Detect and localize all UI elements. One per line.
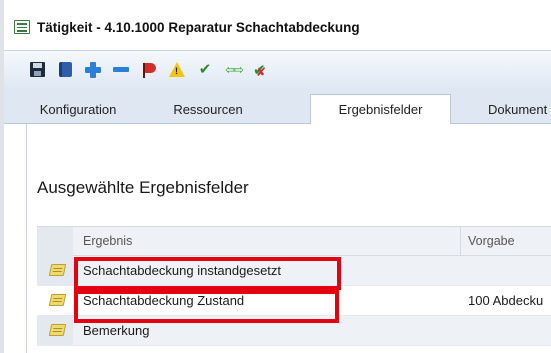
remove-button[interactable]	[113, 62, 129, 78]
save-icon	[29, 62, 45, 77]
table-row[interactable]: Bemerkung	[37, 316, 551, 346]
activity-window: Tätigkeit - 4.10.1000 Reparatur Schachta…	[0, 0, 551, 353]
result-field-icon	[48, 294, 67, 306]
check-cancel-icon: ✔ ✘	[253, 61, 267, 79]
checkmark-icon: ✔	[198, 60, 212, 78]
results-grid: Ergebnis Vorgabe Schachtabdeckung instan…	[37, 226, 551, 346]
add-icon	[85, 61, 101, 78]
remove-icon	[113, 67, 129, 72]
tab-ressourcen[interactable]: Ressourcen	[154, 94, 262, 124]
column-header-vorgabe[interactable]: Vorgabe	[468, 234, 515, 248]
book-icon	[58, 62, 72, 77]
table-row[interactable]: Schachtabdeckung Zustand 100 Abdecku	[37, 286, 551, 316]
content-panel: Ausgewählte Ergebnisfelder Ergebnis Vorg…	[26, 124, 551, 353]
section-title: Ausgewählte Ergebnisfelder	[37, 178, 249, 197]
flag-button[interactable]	[141, 62, 157, 78]
arrows-icon: ⇦⇨	[225, 61, 244, 77]
flag-icon	[141, 62, 157, 78]
tab-bar: Konfiguration Ressourcen Ergebnisfelder …	[4, 88, 551, 125]
warning-icon: !	[169, 62, 185, 77]
check-cancel-button[interactable]: ✔ ✘	[253, 61, 269, 79]
cell-vorgabe: 100 Abdecku	[468, 293, 544, 308]
table-row[interactable]: Schachtabdeckung instandgesetzt	[37, 256, 551, 286]
warning-button[interactable]: !	[169, 62, 185, 78]
cell-ergebnis: Schachtabdeckung Zustand	[83, 293, 245, 308]
window-title: Tätigkeit - 4.10.1000 Reparatur Schachta…	[37, 19, 360, 35]
result-field-icon	[48, 264, 67, 276]
add-button[interactable]	[85, 61, 101, 78]
column-header-ergebnis[interactable]: Ergebnis	[83, 234, 132, 248]
tab-ergebnisfelder[interactable]: Ergebnisfelder	[310, 94, 451, 125]
book-button[interactable]	[57, 62, 73, 78]
cell-ergebnis: Schachtabdeckung instandgesetzt	[83, 263, 282, 278]
toolbar: ! ✔ ⇦⇨ ✔ ✘	[4, 50, 551, 88]
grid-header-gutter	[37, 227, 73, 256]
save-button[interactable]	[29, 62, 45, 78]
transfer-button[interactable]: ⇦⇨	[225, 61, 244, 78]
tab-konfiguration[interactable]: Konfiguration	[18, 94, 138, 124]
grid-header: Ergebnis Vorgabe	[37, 226, 551, 256]
tab-dokument[interactable]: Dokument	[476, 94, 551, 124]
result-field-icon	[48, 324, 67, 336]
cell-ergebnis: Bemerkung	[83, 323, 150, 338]
title-bar: Tätigkeit - 4.10.1000 Reparatur Schachta…	[4, 12, 551, 42]
column-separator[interactable]	[460, 227, 461, 256]
form-icon	[14, 20, 30, 34]
confirm-button[interactable]: ✔	[197, 60, 213, 78]
